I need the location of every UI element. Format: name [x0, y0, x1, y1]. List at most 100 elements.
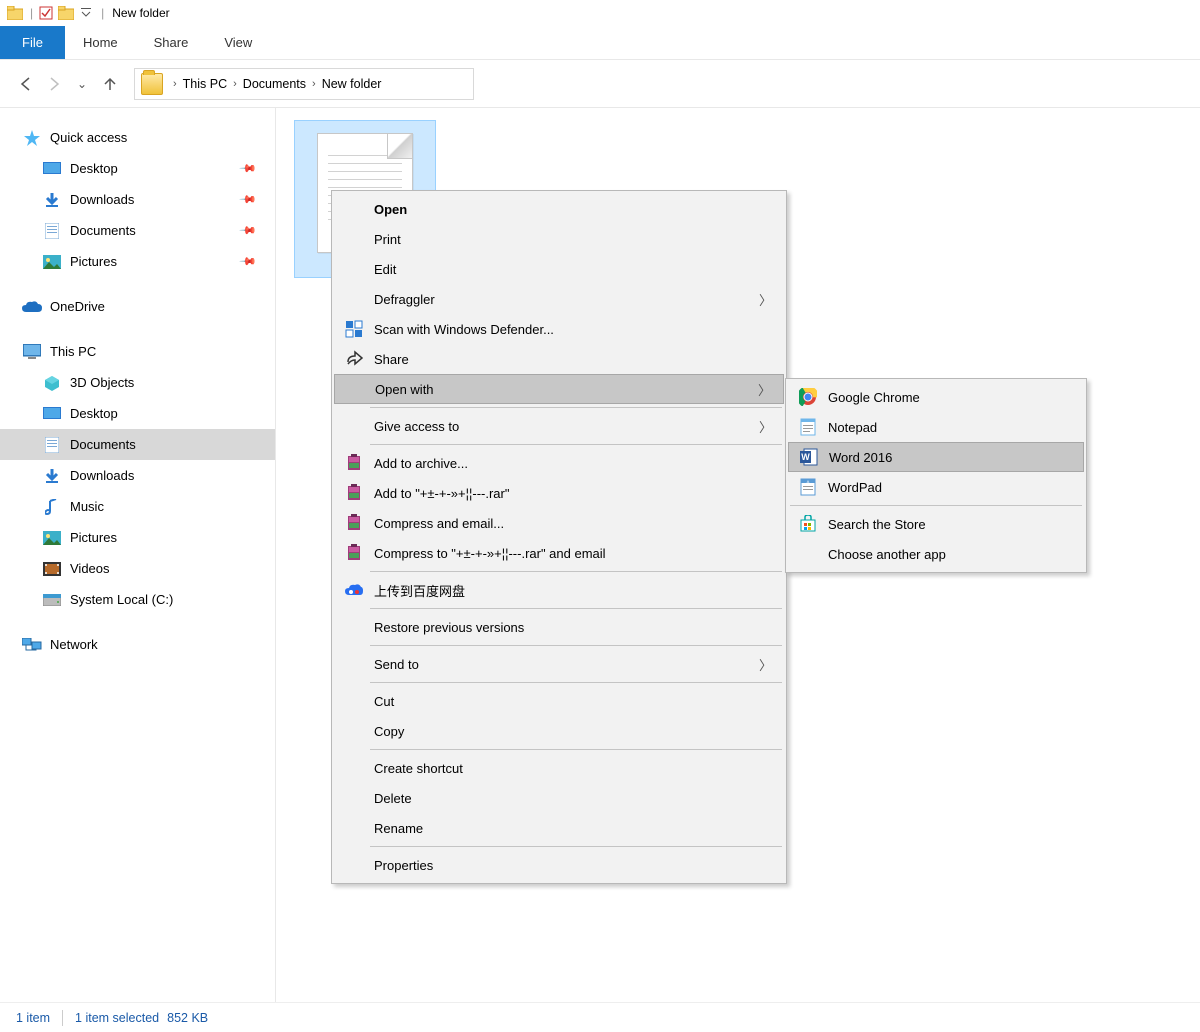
desktop-icon: [42, 159, 62, 179]
sidebar-item-this-pc[interactable]: This PC: [0, 336, 275, 367]
sidebar-item-quick-access[interactable]: Quick access: [0, 122, 275, 153]
sidebar-item-videos[interactable]: Videos: [0, 553, 275, 584]
sidebar-item-pictures2[interactable]: Pictures: [0, 522, 275, 553]
ctx-baidu[interactable]: 上传到百度网盘: [334, 575, 784, 605]
ctx-shortcut[interactable]: Create shortcut: [334, 753, 784, 783]
status-selected: 1 item selected: [75, 1011, 159, 1025]
sub-store[interactable]: Search the Store: [788, 509, 1084, 539]
sidebar-label: Pictures: [70, 254, 117, 269]
qat-save-icon[interactable]: [37, 4, 55, 22]
sidebar-label: This PC: [50, 344, 96, 359]
ctx-compress-email[interactable]: Compress and email...: [334, 508, 784, 538]
ctx-give-access[interactable]: Give access to〉: [334, 411, 784, 441]
sidebar-item-downloads2[interactable]: Downloads: [0, 460, 275, 491]
breadcrumb-item[interactable]: New folder: [322, 77, 382, 91]
ctx-separator: [370, 571, 782, 572]
sidebar-item-desktop[interactable]: Desktop 📌: [0, 153, 275, 184]
ctx-cut[interactable]: Cut: [334, 686, 784, 716]
shield-icon: [343, 318, 365, 340]
chrome-icon: [797, 386, 819, 408]
ctx-copy[interactable]: Copy: [334, 716, 784, 746]
sub-wordpad[interactable]: A WordPad: [788, 472, 1084, 502]
rar-icon: [343, 542, 365, 564]
sidebar-label: Videos: [70, 561, 110, 576]
nav-up-button[interactable]: [96, 70, 124, 98]
sub-choose-app[interactable]: Choose another app: [788, 539, 1084, 569]
ctx-print[interactable]: Print: [334, 224, 784, 254]
ctx-rename[interactable]: Rename: [334, 813, 784, 843]
download-icon: [42, 190, 62, 210]
ctx-separator: [370, 682, 782, 683]
sidebar-item-local-disk[interactable]: System Local (C:): [0, 584, 275, 615]
ribbon-tabs: File Home Share View: [0, 26, 1200, 60]
ctx-separator: [370, 608, 782, 609]
sidebar-item-pictures[interactable]: Pictures 📌: [0, 246, 275, 277]
tab-share[interactable]: Share: [136, 26, 207, 59]
ctx-defender[interactable]: Scan with Windows Defender...: [334, 314, 784, 344]
chevron-right-icon[interactable]: ›: [173, 78, 177, 90]
sidebar-label: OneDrive: [50, 299, 105, 314]
breadcrumb-item[interactable]: This PC: [183, 77, 227, 91]
sidebar-label: Music: [70, 499, 104, 514]
tab-home[interactable]: Home: [65, 26, 136, 59]
rar-icon: [343, 452, 365, 474]
sidebar-label: Desktop: [70, 161, 118, 176]
desktop-icon: [42, 404, 62, 424]
ctx-separator: [370, 645, 782, 646]
sidebar-label: Desktop: [70, 406, 118, 421]
ctx-edit[interactable]: Edit: [334, 254, 784, 284]
nav-forward-button[interactable]: [40, 70, 68, 98]
sidebar-label: Network: [50, 637, 98, 652]
svg-text:A: A: [807, 479, 810, 484]
sidebar-item-downloads[interactable]: Downloads 📌: [0, 184, 275, 215]
ctx-add-archive[interactable]: Add to archive...: [334, 448, 784, 478]
sidebar-item-3d-objects[interactable]: 3D Objects: [0, 367, 275, 398]
chevron-right-icon[interactable]: ›: [233, 78, 237, 90]
ctx-open[interactable]: Open: [334, 194, 784, 224]
title-bar: | | New folder: [0, 0, 1200, 26]
sidebar-label: Pictures: [70, 530, 117, 545]
nav-back-button[interactable]: [12, 70, 40, 98]
chevron-right-icon[interactable]: ›: [312, 78, 316, 90]
sidebar-item-music[interactable]: Music: [0, 491, 275, 522]
ctx-compress-to-email[interactable]: Compress to "+±-+-»+¦¦---.rar" and email: [334, 538, 784, 568]
drive-icon: [42, 590, 62, 610]
status-size: 852 KB: [167, 1011, 208, 1025]
sidebar-label: Downloads: [70, 192, 134, 207]
app-folder-icon: [6, 4, 24, 22]
ctx-defraggler[interactable]: Defraggler〉: [334, 284, 784, 314]
sub-word[interactable]: W Word 2016: [788, 442, 1084, 472]
title-sep2: |: [101, 6, 104, 20]
sidebar-item-documents[interactable]: Documents 📌: [0, 215, 275, 246]
tab-file[interactable]: File: [0, 26, 65, 59]
ctx-restore[interactable]: Restore previous versions: [334, 612, 784, 642]
sub-chrome[interactable]: Google Chrome: [788, 382, 1084, 412]
ctx-add-to-rar[interactable]: Add to "+±-+-»+¦¦---.rar": [334, 478, 784, 508]
nav-recent-button[interactable]: ⌄: [68, 70, 96, 98]
ctx-open-with[interactable]: Open with〉: [334, 374, 784, 404]
ctx-separator: [370, 749, 782, 750]
pin-icon: 📌: [239, 221, 258, 240]
breadcrumb[interactable]: › This PC › Documents › New folder: [134, 68, 474, 100]
tab-view[interactable]: View: [206, 26, 270, 59]
breadcrumb-item[interactable]: Documents: [243, 77, 306, 91]
ctx-send-to[interactable]: Send to〉: [334, 649, 784, 679]
sub-notepad[interactable]: Notepad: [788, 412, 1084, 442]
sidebar-item-network[interactable]: Network: [0, 629, 275, 660]
sidebar-item-desktop2[interactable]: Desktop: [0, 398, 275, 429]
qat-chevron-icon[interactable]: [77, 4, 95, 22]
rar-icon: [343, 482, 365, 504]
chevron-right-icon: 〉: [759, 655, 772, 674]
title-sep: |: [30, 6, 33, 20]
ctx-properties[interactable]: Properties: [334, 850, 784, 880]
sidebar-item-onedrive[interactable]: OneDrive: [0, 291, 275, 322]
sidebar-item-documents2[interactable]: Documents: [0, 429, 275, 460]
qat-folder-icon[interactable]: [57, 4, 75, 22]
pin-icon: 📌: [239, 190, 258, 209]
status-sep: [62, 1010, 63, 1026]
ctx-share[interactable]: Share: [334, 344, 784, 374]
cube-icon: [42, 373, 62, 393]
chevron-right-icon: 〉: [759, 417, 772, 436]
ctx-separator: [370, 846, 782, 847]
ctx-delete[interactable]: Delete: [334, 783, 784, 813]
